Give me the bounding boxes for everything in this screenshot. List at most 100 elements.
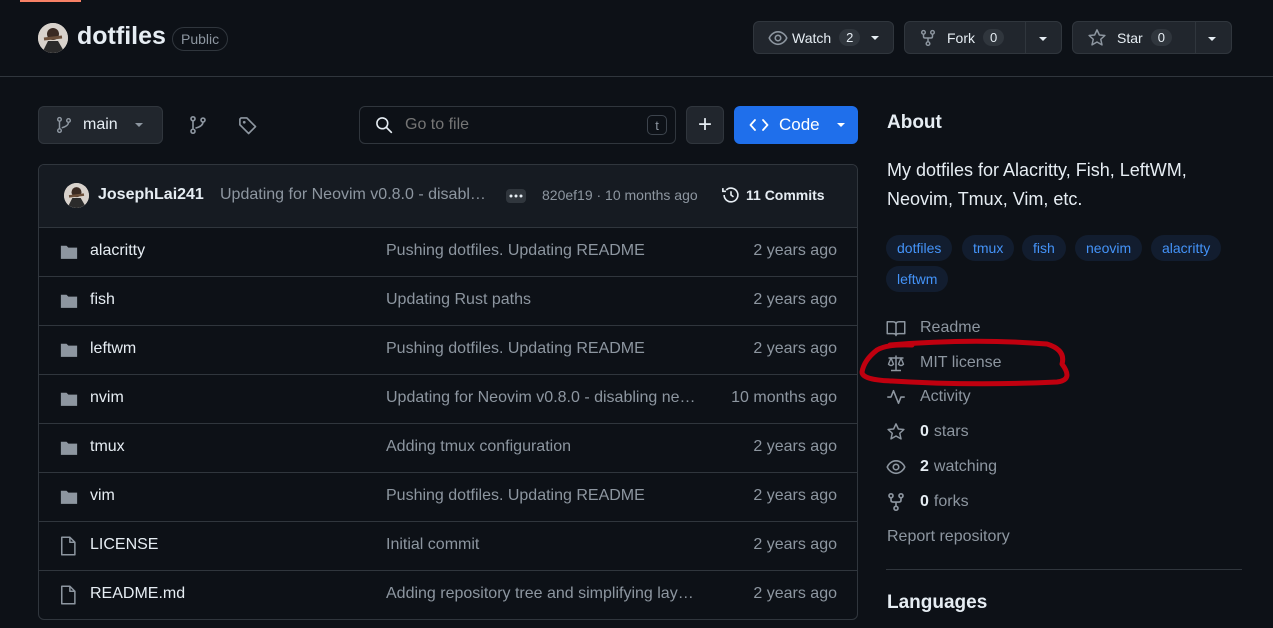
fork-icon [888,492,904,512]
file-commit-message[interactable]: Pushing dotfiles. Updating README [386,340,696,358]
file-commit-message[interactable]: Initial commit [386,536,696,554]
file-commit-message[interactable]: Pushing dotfiles. Updating README [386,242,696,260]
stars-label: stars [933,423,969,440]
star-button[interactable]: Star 0 [1072,21,1232,54]
active-tab-underline [20,0,81,2]
caret-down-icon[interactable] [1038,36,1048,42]
file-age: 10 months ago [731,389,837,406]
file-row[interactable]: nvim Updating for Neovim v0.8.0 - disabli… [39,375,857,424]
folder-icon [59,389,79,409]
header-divider [0,76,1273,77]
visibility-badge: Public [172,27,229,51]
expand-commit-icon[interactable] [506,189,526,203]
forks-label: forks [933,493,969,510]
topic-tag[interactable]: leftwm [886,266,949,292]
caret-down-icon[interactable] [1207,36,1217,42]
watching-label: watching [933,458,998,475]
file-icon [59,536,77,556]
file-age: 2 years ago [753,291,837,308]
file-row[interactable]: README.md Adding repository tree and simp… [39,571,857,619]
forks-count: 0 [920,493,929,510]
file-row[interactable]: fish Updating Rust paths 2 years ago [39,277,857,326]
fork-icon [919,29,937,47]
repo-name[interactable]: dotfiles [77,22,166,51]
code-label: Code [779,115,820,134]
file-name[interactable]: vim [90,487,115,505]
file-row[interactable]: leftwm Pushing dotfiles. Updating README 2… [39,326,857,375]
folder-icon [59,438,79,458]
latest-commit-bar: JosephLai241 Updating for Neovim v0.8.0 … [39,165,857,228]
commit-message[interactable]: Updating for Neovim v0.8.0 - disabling n… [220,186,488,204]
commit-hash-age[interactable]: 820ef19 · 10 months ago [542,187,698,203]
sidebar-divider [886,569,1242,570]
code-icon [749,117,769,133]
code-button[interactable]: Code [734,106,858,144]
file-name[interactable]: README.md [90,585,185,603]
file-commit-message[interactable]: Pushing dotfiles. Updating README [386,487,696,505]
git-branch-icon [55,116,73,134]
file-row[interactable]: alacritty Pushing dotfiles. Updating READ… [39,228,857,277]
add-file-button[interactable]: + [686,106,724,144]
topic-tag[interactable]: alacritty [1151,235,1222,261]
commits-link[interactable]: 11 Commits [746,187,825,203]
caret-down-icon [134,122,144,128]
topic-tag[interactable]: dotfiles [886,235,953,261]
report-repository-link[interactable]: Report repository [887,528,1010,546]
file-name[interactable]: fish [90,291,115,309]
tags-icon[interactable] [238,116,258,136]
topic-tag[interactable]: neovim [1075,235,1143,261]
file-row[interactable]: vim Pushing dotfiles. Updating README 2 ye… [39,473,857,522]
watchers-link[interactable]: 2 watching [886,456,997,478]
fork-count: 0 [983,29,1005,46]
folder-icon [59,291,79,311]
stars-link[interactable]: 0 stars [886,421,969,443]
watch-button[interactable]: Watch 2 [753,21,894,54]
branch-name: main [83,116,118,133]
file-age: 2 years ago [753,536,837,553]
file-age: 2 years ago [753,340,837,357]
commit-author[interactable]: JosephLai241 [98,186,204,204]
readme-label: Readme [920,319,981,336]
about-heading: About [887,112,942,133]
shortcut-key: t [647,115,667,135]
file-name[interactable]: LICENSE [90,536,158,554]
watch-count: 2 [839,29,861,46]
file-name[interactable]: tmux [90,438,125,456]
file-name[interactable]: nvim [90,389,124,407]
file-age: 2 years ago [753,585,837,602]
fork-button[interactable]: Fork 0 [904,21,1062,54]
caret-down-icon [836,122,846,128]
file-row[interactable]: LICENSE Initial commit 2 years ago [39,522,857,571]
file-commit-message[interactable]: Updating Rust paths [386,291,696,309]
go-to-file-search[interactable]: t [359,106,676,144]
folder-icon [59,340,79,360]
eye-icon [768,28,788,48]
file-row[interactable]: tmux Adding tmux configuration 2 years ago [39,424,857,473]
forks-link[interactable]: 0 forks [886,491,969,513]
repo-description: My dotfiles for Alacritty, Fish, LeftWM,… [887,160,1187,209]
stars-count: 0 [920,423,929,440]
branch-selector[interactable]: main [38,106,163,144]
star-label: Star [1117,29,1143,46]
eye-icon [886,459,906,475]
search-input[interactable] [403,115,627,135]
file-list: alacritty Pushing dotfiles. Updating READ… [39,228,857,619]
watching-count: 2 [920,458,929,475]
file-icon [59,585,77,605]
file-name[interactable]: alacritty [90,242,145,260]
folder-icon [59,487,79,507]
repo-owner-avatar[interactable] [38,23,68,53]
file-age: 2 years ago [753,487,837,504]
file-commit-message[interactable]: Updating for Neovim v0.8.0 - disabling n… [386,389,696,407]
topic-tag[interactable]: fish [1022,235,1066,261]
folder-icon [59,242,79,262]
topic-tag[interactable]: tmux [962,235,1015,261]
book-icon [886,321,906,337]
commit-author-avatar[interactable] [64,183,89,208]
branches-icon[interactable] [188,115,208,135]
file-name[interactable]: leftwm [90,340,136,358]
file-commit-message[interactable]: Adding repository tree and simplifying l… [386,585,696,603]
watch-label: Watch [792,29,832,46]
star-count: 0 [1150,29,1172,46]
file-commit-message[interactable]: Adding tmux configuration [386,438,696,456]
